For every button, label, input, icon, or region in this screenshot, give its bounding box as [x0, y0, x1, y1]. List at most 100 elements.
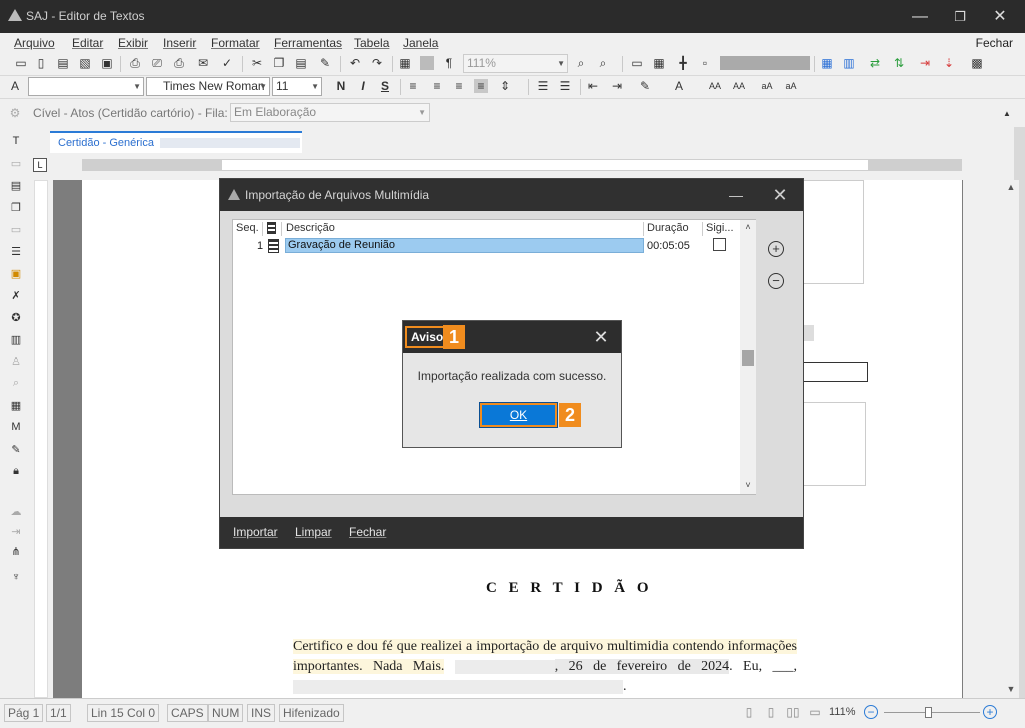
- phone-icon[interactable]: ▣: [8, 267, 24, 281]
- align-right-icon[interactable]: ≡: [452, 79, 466, 93]
- delete-row-icon[interactable]: ⇥: [918, 56, 932, 70]
- text-tool-icon[interactable]: T: [8, 135, 24, 149]
- lock-icon[interactable]: 🔒︎: [8, 465, 24, 479]
- border-style-icon[interactable]: [720, 56, 810, 70]
- new-document-icon[interactable]: ▭: [14, 56, 28, 70]
- insert-col-icon[interactable]: ⇅: [892, 56, 906, 70]
- format-painter-icon[interactable]: ✎: [318, 56, 332, 70]
- cross-icon[interactable]: ╋: [676, 56, 690, 70]
- delete-col-icon[interactable]: ⇣: [942, 56, 956, 70]
- menu-fechar[interactable]: Fechar: [976, 36, 1013, 50]
- zoom-select[interactable]: 111% ▼: [463, 54, 568, 73]
- paste-icon[interactable]: ▤: [294, 56, 308, 70]
- minimize-button[interactable]: —: [900, 4, 940, 29]
- menu-arquivo[interactable]: Arquivo: [14, 36, 55, 50]
- list-icon[interactable]: ☰: [8, 245, 24, 259]
- scroll-up-icon[interactable]: ▲: [1003, 182, 1019, 192]
- menu-inserir[interactable]: Inserir: [163, 36, 196, 50]
- menu-editar[interactable]: Editar: [72, 36, 103, 50]
- chevron-up-icon[interactable]: ˄: [740, 222, 756, 232]
- justify-icon[interactable]: ≡: [474, 79, 488, 93]
- zoom-out-icon[interactable]: ⌕: [574, 56, 588, 70]
- cell-icon[interactable]: ▫: [698, 56, 712, 70]
- columns-icon[interactable]: ▦: [820, 56, 834, 70]
- borders-icon[interactable]: ▭: [630, 56, 644, 70]
- limpar-button[interactable]: Limpar: [295, 525, 332, 539]
- align-center-icon[interactable]: ≡: [430, 79, 444, 93]
- email-icon[interactable]: ✉: [196, 56, 210, 70]
- aviso-close-button[interactable]: ✕: [589, 325, 613, 349]
- remove-field-icon[interactable]: ✗: [8, 289, 24, 303]
- zoom-slider-handle[interactable]: [925, 707, 932, 718]
- importar-button[interactable]: Importar: [233, 525, 278, 539]
- copy-icon[interactable]: ❐: [272, 56, 286, 70]
- queue-select[interactable]: Em Elaboração ▼: [230, 103, 430, 122]
- zoom-in-button[interactable]: +: [983, 705, 997, 719]
- ok-button[interactable]: OK: [479, 402, 558, 428]
- close-window-button[interactable]: ✕: [980, 4, 1020, 29]
- copy-doc-icon[interactable]: ❐: [8, 201, 24, 215]
- align-left-icon[interactable]: ≡: [406, 79, 420, 93]
- column-header-duration[interactable]: Duração: [644, 222, 703, 236]
- paint-icon[interactable]: ♆: [8, 571, 24, 585]
- remove-file-button[interactable]: −: [768, 273, 784, 289]
- table-icon[interactable]: ▦: [398, 56, 412, 70]
- document-scrollbar[interactable]: ▲ ▼: [1003, 180, 1019, 698]
- print-preview-icon[interactable]: ⎚: [150, 56, 164, 70]
- paragraph-marks-icon[interactable]: ¶: [442, 56, 456, 70]
- menu-formatar[interactable]: Formatar: [211, 36, 260, 50]
- bold-button[interactable]: N: [334, 79, 348, 93]
- decrease-indent-icon[interactable]: ⇤: [586, 79, 600, 93]
- zoom-in-icon[interactable]: ⌕: [596, 56, 610, 70]
- tab-certidao[interactable]: Certidão - Genérica: [50, 131, 302, 153]
- case-toggle-icon[interactable]: aA: [784, 79, 798, 93]
- row-description-input[interactable]: Gravação de Reunião: [285, 238, 644, 253]
- font-size-select[interactable]: 11 ▼: [272, 77, 322, 96]
- spellcheck-icon[interactable]: ✓: [220, 56, 234, 70]
- marker-icon[interactable]: M: [8, 421, 24, 435]
- column-header-description[interactable]: Descrição: [283, 222, 644, 236]
- edit-icon[interactable]: ✎: [8, 443, 24, 457]
- share-icon[interactable]: ⋔: [8, 545, 24, 559]
- calendar-icon[interactable]: ▦: [8, 399, 24, 413]
- multimedia-icon[interactable]: ▥: [8, 333, 24, 347]
- view-web-icon[interactable]: ▭: [808, 705, 822, 719]
- open-folder-icon[interactable]: ▤: [56, 56, 70, 70]
- cut-icon[interactable]: ✂: [250, 56, 264, 70]
- font-select[interactable]: Times New Roman ▼: [146, 77, 270, 96]
- style-select[interactable]: ▼: [28, 77, 144, 96]
- scrollbar-thumb[interactable]: [742, 350, 754, 366]
- grow-font-icon[interactable]: AA: [708, 79, 722, 93]
- column-header-sigiloso[interactable]: Sigi...: [703, 222, 737, 236]
- award-icon[interactable]: ✪: [8, 311, 24, 325]
- font-color-icon[interactable]: A: [672, 79, 686, 93]
- zoom-slider-track[interactable]: [884, 712, 980, 713]
- table-scrollbar[interactable]: ˄ ˅: [740, 220, 756, 494]
- restore-button[interactable]: ❐: [940, 4, 980, 29]
- import-dialog-minimize-button[interactable]: —: [724, 183, 748, 207]
- menu-tabela[interactable]: Tabela: [354, 36, 389, 50]
- split-icon[interactable]: ▥: [842, 56, 856, 70]
- shading-icon[interactable]: ▩: [970, 56, 984, 70]
- print-icon[interactable]: ⎙: [128, 56, 142, 70]
- zoom-out-button[interactable]: −: [864, 705, 878, 719]
- underline-button[interactable]: S: [378, 79, 392, 93]
- insert-row-icon[interactable]: ⇄: [868, 56, 882, 70]
- save-icon[interactable]: ▣: [100, 56, 114, 70]
- numbering-icon[interactable]: ☰: [558, 79, 572, 93]
- tab-stop-selector[interactable]: L: [33, 158, 47, 172]
- italic-button[interactable]: I: [356, 79, 370, 93]
- document-paragraph[interactable]: Certifico e dou fé que realizei a import…: [293, 637, 797, 697]
- view-page-icon[interactable]: ▯: [742, 705, 756, 719]
- collapse-icon[interactable]: ▲: [1000, 107, 1014, 121]
- open-template-icon[interactable]: ▧: [78, 56, 92, 70]
- menu-exibir[interactable]: Exibir: [118, 36, 148, 50]
- row-sigiloso-checkbox[interactable]: [713, 238, 726, 251]
- shrink-font-icon[interactable]: AA: [732, 79, 746, 93]
- add-file-button[interactable]: +: [768, 241, 784, 257]
- view-two-pages-icon[interactable]: ▯▯: [786, 705, 800, 719]
- grid-icon[interactable]: ▦: [652, 56, 666, 70]
- line-spacing-icon[interactable]: ⇕: [498, 79, 512, 93]
- new-file-icon[interactable]: ▯: [34, 56, 48, 70]
- highlight-icon[interactable]: ✎: [638, 79, 652, 93]
